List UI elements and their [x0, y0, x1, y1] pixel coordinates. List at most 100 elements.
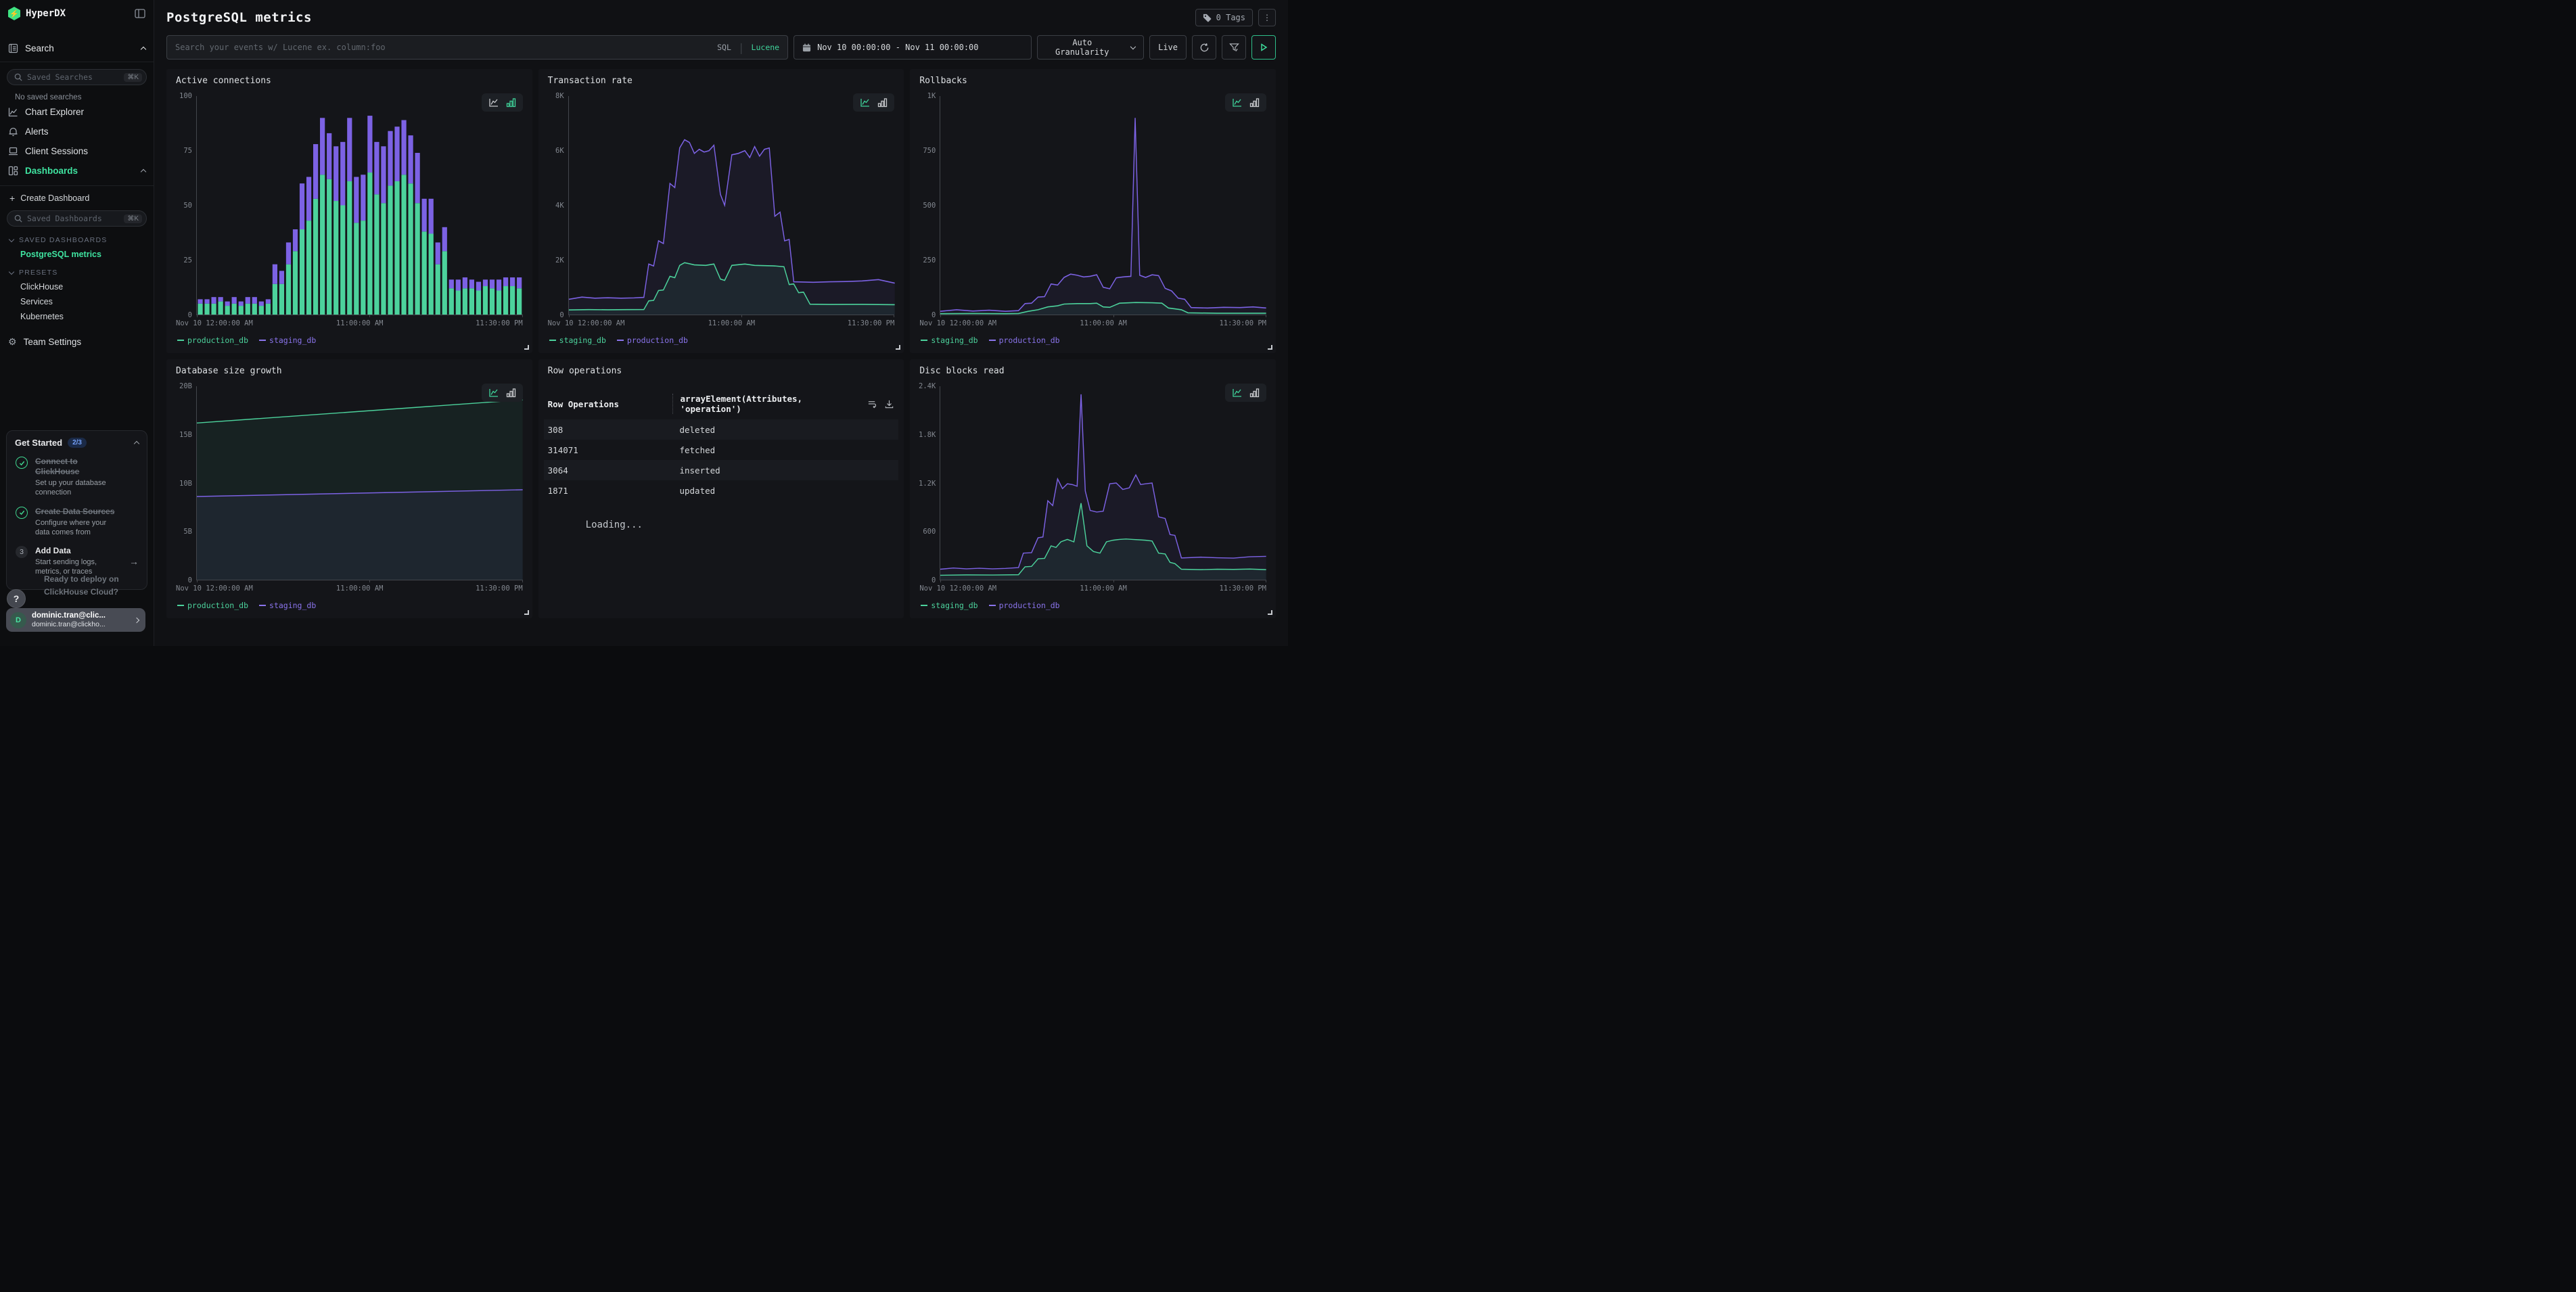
cell-value: 3064 [548, 465, 680, 476]
line-chart-icon[interactable] [1232, 97, 1243, 108]
bar-chart-icon[interactable] [1249, 97, 1260, 108]
chevron-up-icon[interactable] [134, 441, 139, 446]
panel-resize-handle[interactable] [1268, 610, 1272, 615]
x-axis-tick-mark [369, 580, 370, 582]
user-menu[interactable]: D dominic.tran@clic... dominic.tran@clic… [6, 608, 145, 632]
laptop-icon [8, 146, 18, 156]
legend-item[interactable]: production_db [617, 336, 688, 345]
legend-item[interactable]: staging_db [549, 336, 606, 345]
loading-indicator: Loading... [586, 520, 895, 530]
date-range-label: Nov 10 00:00:00 - Nov 11 00:00:00 [817, 43, 978, 52]
bar-chart-icon[interactable] [1249, 388, 1260, 398]
y-axis-tick-label: 15B [179, 431, 192, 439]
column-header[interactable]: Row Operations [548, 399, 680, 409]
get-started-title: Get Started [15, 438, 62, 448]
get-started-step-data-sources[interactable]: Create Data Sources Configure where your… [15, 507, 139, 538]
sidebar-item-clickhouse[interactable]: ClickHouse [0, 277, 154, 292]
sidebar-item-team-settings[interactable]: ⚙ Team Settings [0, 321, 154, 348]
legend-item[interactable]: production_db [177, 336, 248, 345]
table-row[interactable]: 308deleted [544, 419, 899, 440]
legend-item[interactable]: production_db [989, 601, 1060, 610]
sidebar-item-client-sessions[interactable]: Client Sessions [0, 142, 154, 160]
app-window: ⚡ HyperDX Search Saved Searches ⌘K No sa… [0, 0, 1288, 646]
panel-row-operations: Row operations Row Operations arrayEleme… [538, 359, 904, 618]
get-started-step-connect[interactable]: Connect to ClickHouse Set up your databa… [15, 457, 139, 498]
sidebar-item-search[interactable]: Search [0, 38, 154, 62]
bar-chart-icon[interactable] [506, 388, 516, 398]
filter-button[interactable] [1222, 35, 1246, 60]
panel-resize-handle[interactable] [896, 345, 900, 350]
table-row[interactable]: 3064inserted [544, 460, 899, 480]
chart-canvas[interactable] [569, 96, 895, 315]
x-axis-tick-mark [197, 580, 198, 582]
chart-type-toggle [482, 93, 523, 112]
sidebar-item-alerts[interactable]: Alerts [0, 122, 154, 141]
line-chart-icon[interactable] [860, 97, 871, 108]
cell-value: 314071 [548, 445, 680, 455]
sidebar-item-postgresql-metrics[interactable]: PostgreSQL metrics [0, 244, 154, 259]
legend-item[interactable]: staging_db [259, 336, 316, 345]
help-button[interactable]: ? [7, 589, 26, 608]
search-input[interactable] [175, 43, 710, 52]
sidebar-item-services[interactable]: Services [0, 292, 154, 306]
legend-item[interactable]: staging_db [921, 601, 978, 610]
open-in-search-icon[interactable] [867, 399, 877, 409]
sidebar-collapse-icon[interactable] [135, 9, 145, 18]
sidebar-item-kubernetes[interactable]: Kubernetes [0, 306, 154, 321]
x-axis-tick-label: 11:30:00 PM [1219, 584, 1266, 593]
section-label: SAVED DASHBOARDS [19, 236, 107, 244]
chart-canvas[interactable] [940, 386, 1266, 580]
legend-item[interactable]: production_db [989, 336, 1060, 345]
sql-mode-toggle[interactable]: SQL [717, 43, 731, 52]
chevron-up-icon [141, 47, 146, 52]
bar-chart-icon[interactable] [877, 97, 888, 108]
column-header[interactable]: arrayElement(Attributes, 'operation') [672, 394, 867, 414]
line-chart-icon[interactable] [488, 388, 499, 398]
bar-chart-icon[interactable] [506, 97, 516, 108]
lucene-mode-toggle[interactable]: Lucene [752, 43, 780, 52]
chart-canvas[interactable] [197, 386, 523, 580]
panel-resize-handle[interactable] [524, 345, 529, 350]
sidebar-item-dashboards[interactable]: Dashboards [0, 162, 154, 180]
sidebar-item-chart-explorer[interactable]: Chart Explorer [0, 103, 154, 121]
chart-canvas[interactable] [197, 96, 523, 315]
dashboard-grid: Active connections 1007550250 Nov 10 12:… [166, 69, 1276, 618]
chart-canvas[interactable] [940, 96, 1266, 315]
x-axis-tick-label: Nov 10 12:00:00 AM [919, 584, 996, 593]
saved-dashboards-input[interactable]: Saved Dashboards ⌘K [7, 210, 147, 227]
line-chart-icon[interactable] [488, 97, 499, 108]
panel-resize-handle[interactable] [1268, 345, 1272, 350]
live-label: Live [1158, 43, 1178, 52]
panel-resize-handle[interactable] [524, 610, 529, 615]
date-range-picker[interactable]: Nov 10 00:00:00 - Nov 11 00:00:00 [794, 35, 1032, 60]
table-row[interactable]: 1871updated [544, 480, 899, 501]
legend-item[interactable]: staging_db [259, 601, 316, 610]
create-dashboard-button[interactable]: + Create Dashboard [0, 186, 154, 204]
saved-dashboards-section-header[interactable]: SAVED DASHBOARDS [0, 227, 154, 244]
refresh-button[interactable] [1192, 35, 1216, 60]
presets-section-header[interactable]: PRESETS [0, 259, 154, 277]
legend-item[interactable]: staging_db [921, 336, 978, 345]
line-chart-icon[interactable] [1232, 388, 1243, 398]
x-axis-tick-label: 11:30:00 PM [476, 584, 523, 593]
chevron-right-icon [134, 617, 139, 622]
brand-row: ⚡ HyperDX [0, 0, 154, 26]
tags-button[interactable]: 0 Tags [1195, 9, 1253, 26]
no-saved-searches-text: No saved searches [0, 85, 154, 101]
main-content: PostgreSQL metrics 0 Tags ⋮ SQL | Lucene [154, 0, 1288, 646]
x-axis-tick-label: Nov 10 12:00:00 AM [919, 319, 996, 327]
x-axis-tick-mark [522, 580, 523, 582]
legend-item[interactable]: production_db [177, 601, 248, 610]
download-icon[interactable] [884, 399, 894, 409]
dashboard-menu-button[interactable]: ⋮ [1258, 9, 1276, 26]
cell-label: updated [679, 486, 894, 496]
table-row[interactable]: 314071fetched [544, 440, 899, 460]
live-button[interactable]: Live [1149, 35, 1187, 60]
run-query-button[interactable] [1251, 35, 1276, 60]
panel-title: Database size growth [176, 366, 523, 376]
step-title: Connect to ClickHouse [35, 457, 115, 477]
granularity-select[interactable]: Auto Granularity [1037, 35, 1144, 60]
step-title: Create Data Sources [35, 507, 115, 517]
saved-searches-input[interactable]: Saved Searches ⌘K [7, 69, 147, 85]
hyperdx-logo-icon: ⚡ [8, 7, 20, 20]
